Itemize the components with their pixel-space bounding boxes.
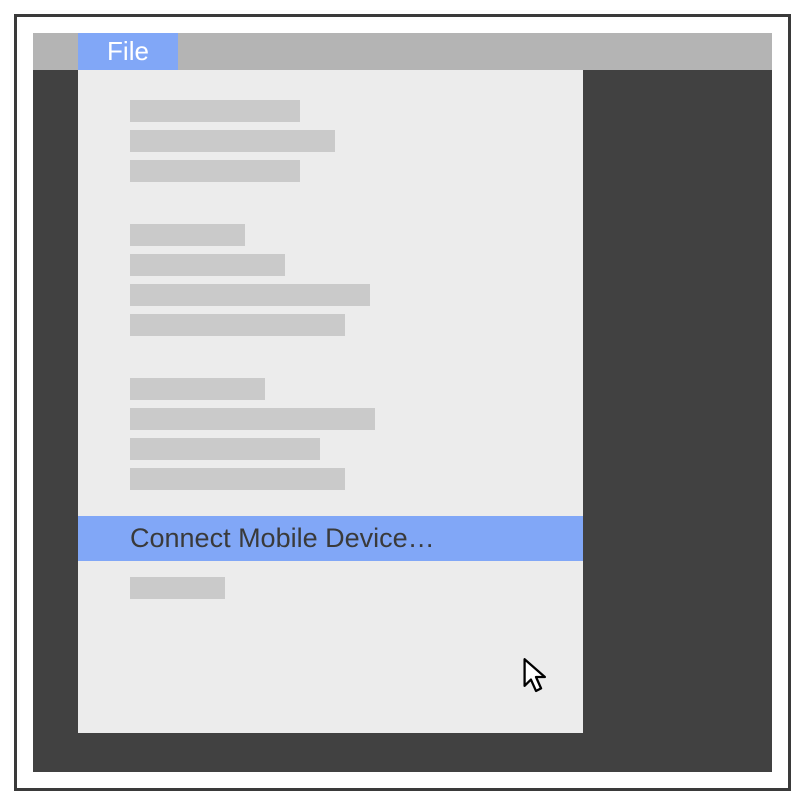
window-inner: File xyxy=(33,33,772,772)
menu-item-placeholder[interactable] xyxy=(130,284,370,306)
menubar: File xyxy=(33,33,772,70)
menu-item-placeholder[interactable] xyxy=(130,254,285,276)
menu-group-2 xyxy=(78,224,583,336)
menu-item-placeholder[interactable] xyxy=(130,408,375,430)
menu-item-placeholder[interactable] xyxy=(130,130,335,152)
window-frame: File xyxy=(14,14,791,791)
menu-item-connect-mobile-device[interactable]: Connect Mobile Device… xyxy=(78,516,583,561)
file-dropdown-menu: Connect Mobile Device… xyxy=(78,70,583,733)
menubar-file-tab[interactable]: File xyxy=(78,33,178,70)
menu-item-placeholder[interactable] xyxy=(130,160,300,182)
menu-item-placeholder[interactable] xyxy=(130,314,345,336)
menu-group-3 xyxy=(78,378,583,490)
menu-item-placeholder[interactable] xyxy=(130,438,320,460)
menu-group-4 xyxy=(78,577,583,599)
menu-item-placeholder[interactable] xyxy=(130,577,225,599)
menu-group-1 xyxy=(78,100,583,182)
menu-item-placeholder[interactable] xyxy=(130,378,265,400)
menu-item-placeholder[interactable] xyxy=(130,100,300,122)
menu-item-placeholder[interactable] xyxy=(130,224,245,246)
menu-item-placeholder[interactable] xyxy=(130,468,345,490)
